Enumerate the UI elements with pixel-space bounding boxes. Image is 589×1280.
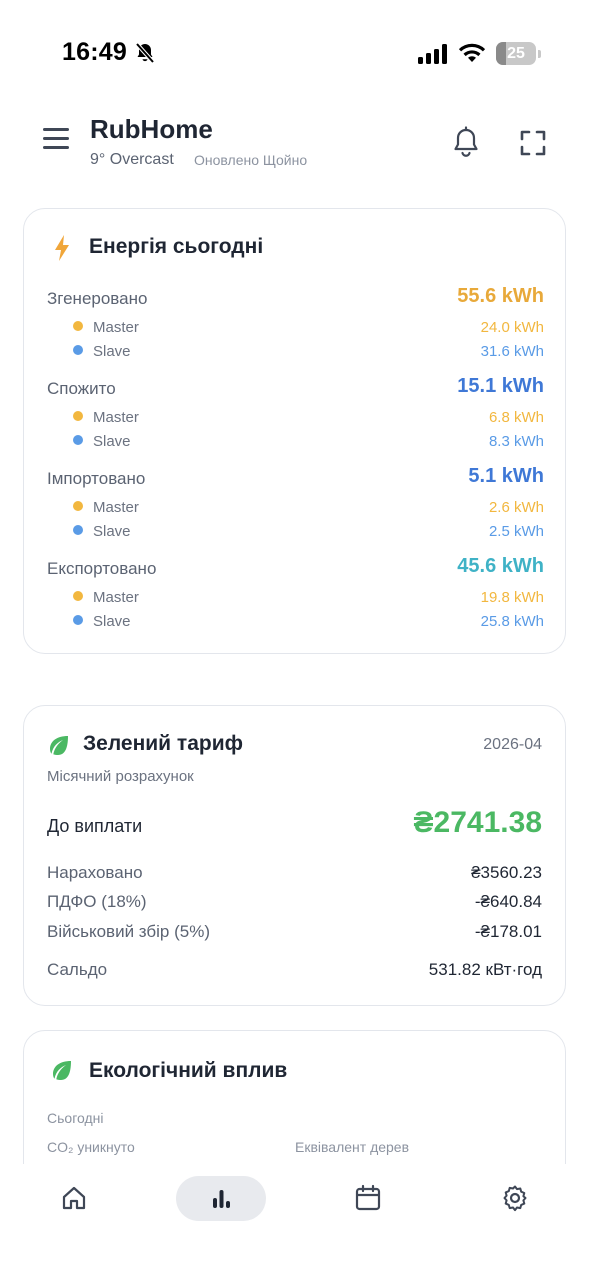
energy-row-label: Спожито xyxy=(47,379,116,398)
settings-icon xyxy=(503,1185,527,1212)
master-sub-row: Master xyxy=(73,409,139,426)
slave-dot xyxy=(73,345,83,355)
military-tax-value: -₴178.01 xyxy=(474,922,542,941)
master-value: 2.6 kWh xyxy=(488,499,544,516)
energy-row: Згенеровано 55.6 kWh Master 24.0 kWh Slave 31… xyxy=(24,285,567,379)
master-label: Master xyxy=(93,409,139,426)
weather-status: 9° Overcast xyxy=(90,151,174,168)
leaf-icon xyxy=(53,1061,71,1080)
updated-status: Оновлено Щойно xyxy=(194,152,308,168)
app-header: RubHome 9° Overcast Оновлено Щойно xyxy=(0,108,589,188)
slave-label: Slave xyxy=(93,523,131,540)
calendar-icon xyxy=(355,1184,381,1211)
leaf-icon xyxy=(50,736,68,755)
energy-row: Спожито 15.1 kWh Master 6.8 kWh Slave 8.3 kWh xyxy=(24,375,567,469)
slave-value: 25.8 kWh xyxy=(480,613,544,630)
slave-dot xyxy=(73,435,83,445)
slave-sub-row: Slave xyxy=(73,343,131,360)
silent-mode-icon xyxy=(135,42,155,64)
energy-row-label: Імпортовано xyxy=(47,469,146,488)
wifi-icon xyxy=(458,43,486,62)
master-label: Master xyxy=(93,499,139,516)
app-title: RubHome xyxy=(90,114,213,144)
bottom-navigation xyxy=(0,1164,589,1280)
pdfo-label: ПДФО (18%) xyxy=(47,892,147,911)
military-tax-row: Військовий збір (5%) -₴178.01 xyxy=(47,922,542,942)
nav-settings[interactable] xyxy=(485,1178,545,1218)
home-icon xyxy=(62,1186,86,1210)
balance-row: Сальдо 531.82 кВт·год xyxy=(47,960,542,980)
status-bar: 16:49 25 xyxy=(0,0,589,108)
slave-sub-row: Slave xyxy=(73,613,131,630)
eco-co2-label: CO₂ уникнуто xyxy=(47,1139,135,1155)
menu-icon-bar xyxy=(43,137,69,140)
energy-title: Енергія сьогодні xyxy=(89,235,264,258)
master-value: 6.8 kWh xyxy=(488,409,544,426)
menu-button[interactable] xyxy=(40,128,72,156)
slave-dot xyxy=(73,615,83,625)
master-label: Master xyxy=(93,319,139,336)
slave-sub-row: Slave xyxy=(73,523,131,540)
fullscreen-icon[interactable] xyxy=(518,128,548,158)
energy-row: Експортовано 45.6 kWh Master 19.8 kWh Slave 2… xyxy=(24,555,567,649)
stats-icon xyxy=(213,1190,230,1208)
accrued-label: Нараховано xyxy=(47,863,143,882)
tariff-title: Зелений тариф xyxy=(83,732,243,755)
lightning-shape xyxy=(55,235,69,261)
master-dot xyxy=(73,411,83,421)
energy-today-card: Енергія сьогодні Згенеровано 55.6 kWh Mast… xyxy=(23,208,566,654)
slave-label: Slave xyxy=(93,613,131,630)
slave-value: 8.3 kWh xyxy=(488,433,544,450)
military-tax-label: Військовий збір (5%) xyxy=(47,922,210,941)
accrued-row: Нараховано ₴3560.23 xyxy=(47,863,542,883)
eco-today-label: Сьогодні xyxy=(47,1110,104,1126)
battery-level: 25 xyxy=(507,45,525,62)
slave-label: Slave xyxy=(93,433,131,450)
slave-label: Slave xyxy=(93,343,131,360)
energy-row-total: 5.1 kWh xyxy=(468,465,544,487)
notifications-bell-icon[interactable] xyxy=(450,126,482,162)
battery-tip xyxy=(538,50,541,58)
nav-home[interactable] xyxy=(44,1178,104,1218)
master-sub-row: Master xyxy=(73,499,139,516)
master-value: 24.0 kWh xyxy=(480,319,544,336)
energy-row-total: 45.6 kWh xyxy=(457,555,544,577)
slave-value: 2.5 kWh xyxy=(488,523,544,540)
eco-trees-label: Еквівалент дерев xyxy=(295,1139,410,1155)
status-time: 16:49 xyxy=(62,38,127,66)
green-tariff-card[interactable]: Зелений тариф 2026-04 Місячний розрахуно… xyxy=(23,705,566,1006)
accrued-value: ₴3560.23 xyxy=(471,863,542,882)
energy-row-total: 55.6 kWh xyxy=(457,285,544,307)
balance-label: Сальдо xyxy=(47,960,108,979)
slave-value: 31.6 kWh xyxy=(480,343,544,360)
master-sub-row: Master xyxy=(73,589,139,606)
nav-calendar[interactable] xyxy=(338,1178,398,1218)
lightning-icon xyxy=(55,235,69,261)
nav-stats[interactable] xyxy=(191,1178,251,1218)
master-sub-row: Master xyxy=(73,319,139,336)
tariff-period: 2026-04 xyxy=(483,736,542,753)
energy-row: Імпортовано 5.1 kWh Master 2.6 kWh Slave 2.5 … xyxy=(24,465,567,559)
energy-row-total: 15.1 kWh xyxy=(457,375,544,397)
menu-icon-bar xyxy=(43,146,69,149)
balance-value: 531.82 кВт·год xyxy=(428,960,542,979)
master-dot xyxy=(73,321,83,331)
cellular-signal-icon xyxy=(418,44,447,64)
master-value: 19.8 kWh xyxy=(480,589,544,606)
master-dot xyxy=(73,591,83,601)
pdfo-value: -₴640.84 xyxy=(474,892,542,911)
slave-dot xyxy=(73,525,83,535)
payout-value: ₴2741.38 xyxy=(413,806,542,839)
slave-sub-row: Slave xyxy=(73,433,131,450)
tariff-subtitle: Місячний розрахунок xyxy=(47,768,194,785)
eco-title: Екологічний вплив xyxy=(89,1059,288,1082)
energy-row-label: Згенеровано xyxy=(47,289,148,308)
master-label: Master xyxy=(93,589,139,606)
energy-row-label: Експортовано xyxy=(47,559,157,578)
battery-indicator: 25 xyxy=(496,42,536,65)
pdfo-row: ПДФО (18%) -₴640.84 xyxy=(47,892,542,912)
menu-icon-bar xyxy=(43,128,69,131)
payout-label: До виплати xyxy=(47,816,143,836)
master-dot xyxy=(73,501,83,511)
